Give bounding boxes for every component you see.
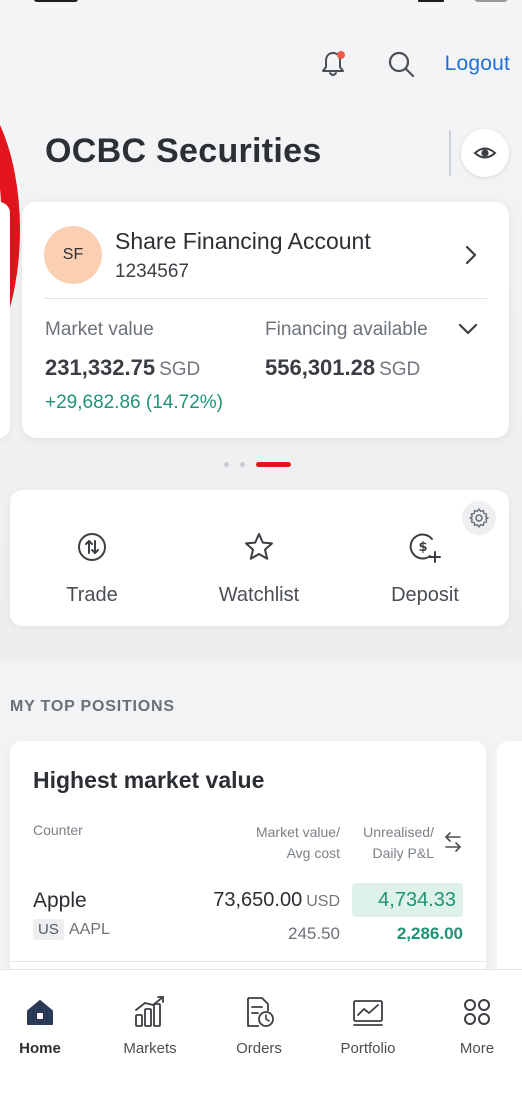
top-actions: Logout bbox=[313, 44, 510, 84]
status-bar bbox=[0, 0, 522, 8]
chevron-right-icon[interactable] bbox=[463, 244, 479, 266]
top-positions-card[interactable]: Highest market value Counter Market valu… bbox=[10, 741, 486, 981]
column-header-unrealised-line2: Daily P&L bbox=[372, 845, 434, 861]
column-header-market-value-line1: Market value/ bbox=[255, 824, 340, 840]
account-number: 1234567 bbox=[115, 261, 189, 282]
position-currency: USD bbox=[306, 893, 340, 910]
signal-icon bbox=[418, 0, 444, 2]
markets-icon bbox=[132, 994, 168, 1030]
column-header-counter: Counter bbox=[33, 822, 83, 838]
battery-icon bbox=[474, 0, 508, 2]
position-market-value-amount: 73,650.00 bbox=[213, 889, 303, 911]
avatar: SF bbox=[44, 226, 102, 284]
hero-section: Logout OCBC Securities SF Share Financin… bbox=[0, 0, 522, 660]
more-icon bbox=[459, 994, 495, 1030]
positions-card-title: Highest market value bbox=[33, 767, 265, 793]
column-header-unrealised: Unrealised/ Daily P&L bbox=[363, 822, 434, 864]
column-header-market-value: Market value/ Avg cost bbox=[256, 822, 340, 864]
card-divider bbox=[44, 298, 487, 299]
position-name: Apple bbox=[33, 889, 87, 912]
logout-link[interactable]: Logout bbox=[445, 52, 510, 76]
position-ticker: AAPL bbox=[69, 921, 110, 938]
nav-home-label: Home bbox=[19, 1040, 61, 1057]
nav-portfolio[interactable]: Portfolio bbox=[316, 970, 420, 1070]
watchlist-label: Watchlist bbox=[218, 584, 300, 606]
quick-actions-card: Trade Watchlist $ Deposit bbox=[10, 490, 509, 626]
previous-account-card[interactable] bbox=[0, 202, 10, 438]
pager-dot[interactable] bbox=[240, 461, 245, 467]
eye-icon bbox=[473, 147, 497, 159]
nav-orders[interactable]: Orders bbox=[207, 970, 311, 1070]
title-divider bbox=[449, 130, 451, 176]
account-card[interactable]: SF Share Financing Account 1234567 Marke… bbox=[22, 202, 509, 438]
account-name: Share Financing Account bbox=[115, 228, 371, 254]
market-value-amount: 231,332.75 bbox=[45, 355, 156, 380]
nav-home[interactable]: Home bbox=[0, 970, 92, 1070]
financing-available-amount: 556,301.28 bbox=[265, 355, 376, 380]
nav-orders-label: Orders bbox=[236, 1040, 282, 1057]
market-value: 231,332.75 SGD bbox=[45, 355, 200, 381]
portfolio-icon bbox=[350, 994, 386, 1030]
column-header-unrealised-line1: Unrealised/ bbox=[363, 824, 434, 840]
notification-dot bbox=[336, 51, 345, 59]
nav-more-label: More bbox=[459, 1040, 495, 1057]
trade-button[interactable]: Trade bbox=[22, 530, 162, 607]
nav-portfolio-label: Portfolio bbox=[340, 1040, 396, 1057]
market-value-change: +29,682.86 (14.72%) bbox=[45, 392, 223, 413]
carousel-pager[interactable] bbox=[224, 461, 291, 467]
nav-more[interactable]: More bbox=[425, 970, 522, 1070]
position-unrealised-pl: 4,734.33 bbox=[352, 883, 463, 917]
home-icon bbox=[22, 994, 58, 1030]
chevron-down-icon[interactable] bbox=[457, 321, 479, 337]
trade-icon bbox=[75, 530, 109, 564]
market-badge: US bbox=[33, 919, 64, 940]
watchlist-button[interactable]: Watchlist bbox=[189, 530, 329, 607]
search-icon bbox=[388, 51, 414, 78]
financing-available-label: Financing available bbox=[265, 319, 428, 340]
status-icons bbox=[418, 0, 508, 4]
next-positions-card[interactable] bbox=[497, 741, 522, 981]
financing-available: 556,301.28 SGD bbox=[265, 355, 420, 381]
star-icon bbox=[242, 530, 276, 564]
nav-markets-label: Markets bbox=[123, 1040, 177, 1057]
deposit-icon: $ bbox=[408, 530, 442, 564]
swap-columns-icon[interactable] bbox=[443, 831, 463, 853]
bottom-navigation: Home Markets Orders Portfolio More bbox=[0, 969, 522, 1098]
pager-dot[interactable] bbox=[224, 461, 229, 467]
status-time bbox=[34, 0, 78, 2]
financing-available-currency: SGD bbox=[379, 359, 421, 380]
search-button[interactable] bbox=[381, 44, 421, 84]
trade-label: Trade bbox=[66, 584, 118, 606]
nav-markets[interactable]: Markets bbox=[98, 970, 202, 1070]
market-value-label: Market value bbox=[45, 319, 154, 340]
position-avg-cost: 245.50 bbox=[288, 924, 340, 943]
gear-icon bbox=[469, 508, 489, 528]
deposit-button[interactable]: $ Deposit bbox=[355, 530, 495, 607]
orders-icon bbox=[241, 994, 277, 1030]
pager-dot-active[interactable] bbox=[256, 461, 291, 467]
deposit-label: Deposit bbox=[391, 584, 459, 606]
page-title: OCBC Securities bbox=[45, 132, 322, 170]
position-daily-pl: 2,286.00 bbox=[396, 924, 463, 943]
toggle-visibility-button[interactable] bbox=[461, 129, 509, 177]
market-value-currency: SGD bbox=[159, 359, 201, 380]
position-market-value: 73,650.00 USD bbox=[213, 889, 340, 912]
notifications-button[interactable] bbox=[313, 44, 353, 84]
svg-text:$: $ bbox=[418, 540, 427, 555]
section-heading: MY TOP POSITIONS bbox=[10, 698, 175, 715]
row-divider bbox=[10, 961, 486, 962]
column-header-market-value-line2: Avg cost bbox=[286, 845, 340, 861]
